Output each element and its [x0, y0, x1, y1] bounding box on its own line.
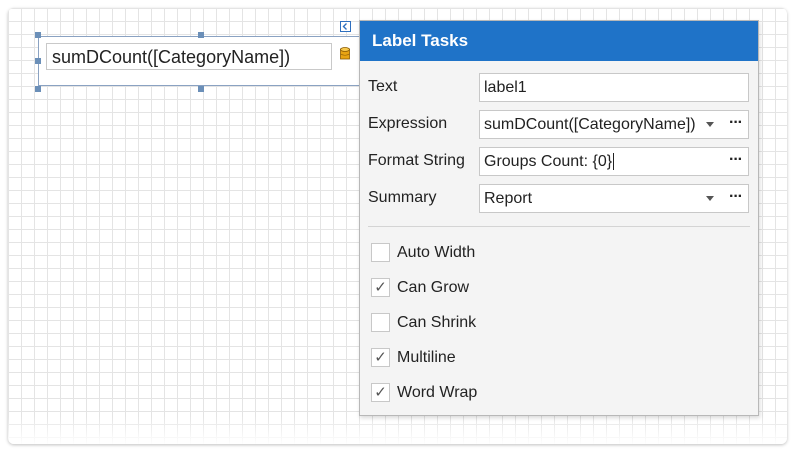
resize-handle-bc[interactable] — [198, 86, 204, 92]
dropdown-arrow-icon[interactable] — [706, 196, 714, 201]
smart-tag-icon[interactable] — [340, 21, 351, 32]
expression-label: Expression — [368, 115, 448, 132]
format-string-field[interactable]: Groups Count: {0} ··· — [479, 147, 749, 176]
resize-handle-bl[interactable] — [35, 86, 41, 92]
resize-handle-tc[interactable] — [198, 32, 204, 38]
dropdown-arrow-icon[interactable] — [706, 122, 714, 127]
can-shrink-label: Can Shrink — [397, 314, 477, 331]
label-tasks-panel: Label Tasks Text label1 Expression sumDC… — [359, 20, 759, 416]
format-string-value: Groups Count: {0} — [484, 153, 613, 170]
text-field-value: label1 — [484, 79, 527, 96]
surface-fade — [8, 416, 787, 444]
ellipsis-icon[interactable]: ··· — [729, 111, 743, 135]
text-label: Text — [368, 78, 398, 95]
auto-width-label: Auto Width — [397, 244, 476, 261]
panel-divider — [368, 226, 750, 227]
label-control-text: sumDCount([CategoryName]) — [52, 47, 291, 67]
database-icon — [340, 47, 350, 60]
ellipsis-icon[interactable]: ··· — [729, 185, 743, 209]
word-wrap-label: Word Wrap — [397, 384, 478, 401]
auto-width-checkbox[interactable] — [371, 243, 390, 262]
text-field[interactable]: label1 — [479, 73, 749, 102]
checkmark-icon: ✓ — [374, 348, 387, 366]
can-grow-label: Can Grow — [397, 279, 470, 296]
multiline-checkbox[interactable]: ✓ — [371, 348, 390, 367]
resize-handle-tl[interactable] — [35, 32, 41, 38]
can-shrink-checkbox[interactable] — [371, 313, 390, 332]
expression-field-value: sumDCount([CategoryName]) — [484, 116, 696, 133]
summary-field[interactable]: Report ··· — [479, 184, 749, 213]
panel-title: Label Tasks — [360, 21, 758, 61]
multiline-label: Multiline — [397, 349, 456, 366]
can-grow-checkbox[interactable]: ✓ — [371, 278, 390, 297]
resize-handle-ml[interactable] — [35, 58, 41, 64]
word-wrap-checkbox[interactable]: ✓ — [371, 383, 390, 402]
expression-field[interactable]: sumDCount([CategoryName]) ··· — [479, 110, 749, 139]
checkmark-icon: ✓ — [374, 383, 387, 401]
summary-value: Report — [484, 190, 533, 207]
text-caret — [613, 153, 615, 171]
format-string-label: Format String — [368, 152, 465, 169]
summary-label: Summary — [368, 189, 437, 206]
checkmark-icon: ✓ — [374, 278, 387, 296]
ellipsis-icon[interactable]: ··· — [729, 148, 743, 172]
